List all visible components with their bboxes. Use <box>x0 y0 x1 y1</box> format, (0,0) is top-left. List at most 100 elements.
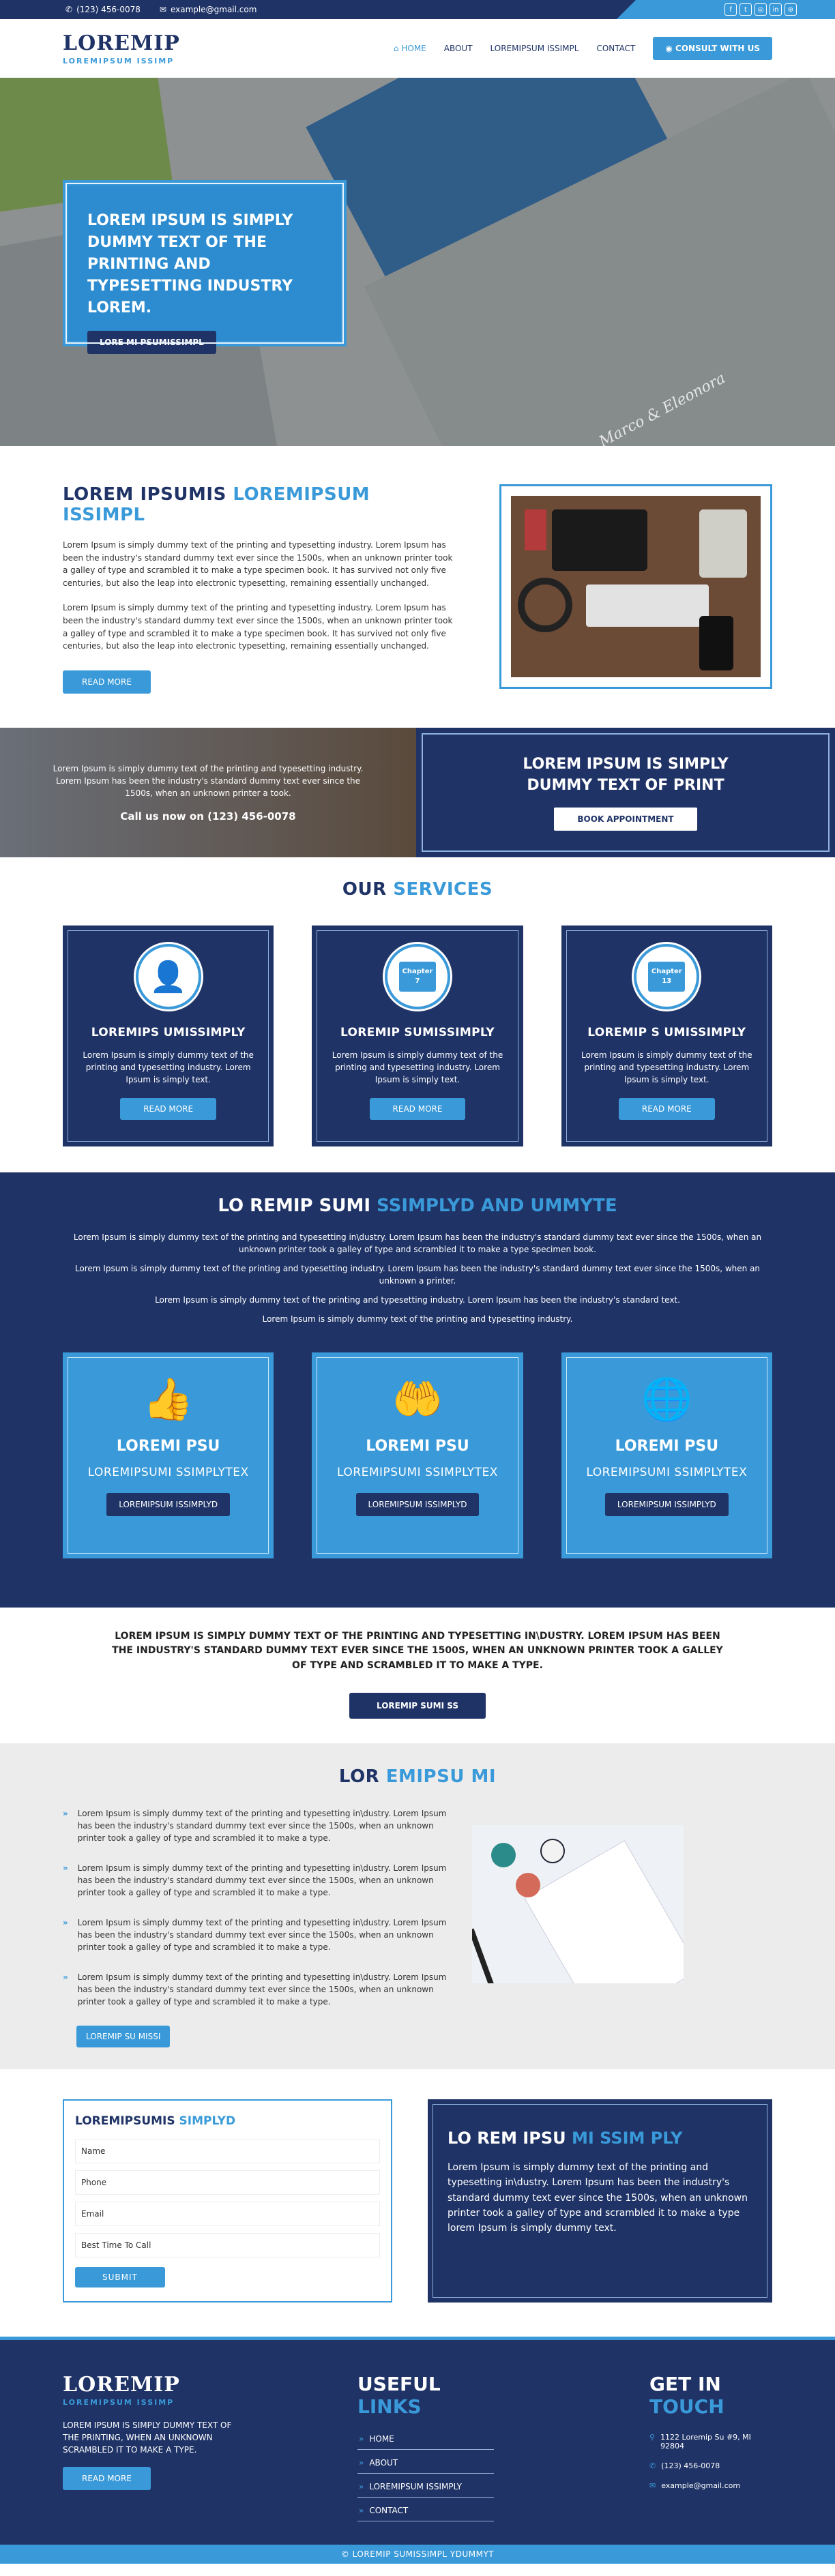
feature-button[interactable]: LOREMIPSUM ISSIMPLYD <box>355 1492 480 1516</box>
about-read-more-button[interactable]: READ MORE <box>63 670 151 694</box>
twitter-icon[interactable]: t <box>739 3 752 16</box>
footer-logo[interactable]: LOREMIP <box>63 2373 240 2397</box>
nav-services[interactable]: LOREMIPSUM ISSIMPL <box>490 44 579 53</box>
features-paragraph: Lorem Ipsum is simply dummy text of the … <box>155 1294 680 1305</box>
footer-email[interactable]: ✉ example@gmail.com <box>649 2481 772 2490</box>
about-title: LOREM IPSUMIS LOREMIPSUM ISSIMPL <box>63 484 370 525</box>
services-section: OUR SERVICES 👤 LOREMIPS UMISSIMPLY Lorem… <box>0 857 835 1172</box>
feature-button[interactable]: LOREMIPSUM ISSIMPLYD <box>604 1492 729 1516</box>
cta-right: LOREM IPSUM IS SIMPLY DUMMY TEXT OF PRIN… <box>422 732 830 852</box>
contact-section: LOREMIPSUMIS SIMPLYD Name Phone Email Be… <box>0 2069 835 2337</box>
features-title: LO REMIP SUMI SSIMPLYD AND UMMYTE <box>218 1195 617 1216</box>
hands-coin-icon: 🤲 <box>392 1375 443 1423</box>
footer-read-more-button[interactable]: READ MORE <box>63 2466 151 2490</box>
features-paragraph: Lorem Ipsum is simply dummy text of the … <box>262 1314 573 1324</box>
service-title: LOREMIP S UMISSIMPLY <box>587 1025 746 1039</box>
service-read-more-button[interactable]: READ MORE <box>618 1097 715 1120</box>
banner-button[interactable]: LOREMIP SUMI SS <box>349 1692 486 1719</box>
feature-subtitle: LOREMIPSUMI SSIMPLYTEX <box>87 1465 249 1479</box>
dribbble-icon[interactable]: ⊛ <box>785 3 797 16</box>
features-paragraph: Lorem Ipsum is simply dummy text of the … <box>74 1263 761 1286</box>
double-chevron-icon: » <box>63 1808 68 1818</box>
chevron-right-icon: » <box>359 2457 364 2468</box>
mail-icon: ✉ <box>649 2481 656 2490</box>
name-field[interactable]: Name <box>75 2138 380 2163</box>
service-circle: Chapter 13 <box>632 941 702 1011</box>
best-time-field[interactable]: Best Time To Call <box>75 2232 380 2257</box>
service-read-more-button[interactable]: READ MORE <box>369 1097 466 1120</box>
hero-button[interactable]: LORE MI PSUMISSIMPL <box>87 331 216 355</box>
service-read-more-button[interactable]: READ MORE <box>120 1097 217 1120</box>
service-circle: Chapter 7 <box>382 941 452 1011</box>
person-book-icon: 👤 <box>149 959 188 994</box>
service-text: Lorem Ipsum is simply dummy text of the … <box>581 1050 752 1084</box>
service-circle: 👤 <box>133 941 203 1011</box>
instagram-icon[interactable]: ◎ <box>755 3 767 16</box>
globe-icon: 🌐 <box>641 1375 692 1423</box>
nav-home[interactable]: ⌂ HOME <box>394 44 426 53</box>
about-section: LOREM IPSUMIS LOREMIPSUM ISSIMPL Lorem I… <box>0 446 835 728</box>
main-nav: ⌂ HOME ABOUT LOREMIPSUM ISSIMPL CONTACT … <box>394 37 772 60</box>
useful-links-title: USEFUL LINKS <box>357 2372 441 2418</box>
footer: LOREMIP LOREMIPSUM ISSIMP LOREM IPSUM IS… <box>0 2336 835 2545</box>
map-pin-icon: ⚲ <box>649 2432 656 2442</box>
features-paragraph: Lorem Ipsum is simply dummy text of the … <box>73 1232 762 1254</box>
list-title: LOR EMIPSU MI <box>338 1766 497 1787</box>
consult-button[interactable]: ◉ CONSULT WITH US <box>653 37 772 60</box>
feature-subtitle: LOREMIPSUMI SSIMPLYTEX <box>586 1465 748 1479</box>
double-chevron-icon: » <box>63 1972 68 1982</box>
linkedin-icon[interactable]: in <box>770 3 782 16</box>
list-image <box>472 1824 684 1983</box>
footer-link-about[interactable]: » ABOUT <box>357 2453 494 2474</box>
mail-icon: ✉ <box>159 5 166 14</box>
service-card: 👤 LOREMIPS UMISSIMPLY Lorem Ipsum is sim… <box>63 925 274 1146</box>
book-appointment-button[interactable]: BOOK APPOINTMENT <box>554 807 697 831</box>
get-in-touch-title: GET IN TOUCH <box>649 2372 724 2418</box>
topbar-email[interactable]: ✉ example@gmail.com <box>160 5 257 14</box>
banner-section: LOREM IPSUM IS SIMPLY DUMMY TEXT OF THE … <box>0 1608 835 1743</box>
list-item: » Lorem Ipsum is simply dummy text of the… <box>63 1808 447 1843</box>
chapter-icon: Chapter 13 <box>648 961 686 992</box>
footer-link-home[interactable]: » HOME <box>357 2429 494 2450</box>
footer-address: ⚲ 1122 Loremip Su #9, MI 92804 <box>649 2432 751 2451</box>
footer-link-services[interactable]: » LOREMIPSUM ISSIMPLY <box>357 2476 494 2498</box>
contact-info-box: LO REM IPSU MI SSIM PLY Lorem Ipsum is s… <box>428 2099 772 2303</box>
email-field[interactable]: Email <box>75 2201 380 2226</box>
submit-button[interactable]: SUBMIT <box>75 2266 165 2288</box>
feature-button[interactable]: LOREMIPSUM ISSIMPLYD <box>106 1492 231 1516</box>
footer-link-contact[interactable]: » CONTACT <box>357 2500 494 2521</box>
service-card: Chapter 7 LOREMIP SUMISSIMPLY Lorem Ipsum… <box>312 925 523 1146</box>
list-item: » Lorem Ipsum is simply dummy text of the… <box>63 1917 447 1952</box>
double-chevron-icon: » <box>63 1863 68 1873</box>
footer-tagline: LOREMIPSUM ISSIMP <box>63 2397 175 2407</box>
features-section: LO REMIP SUMI SSIMPLYD AND UMMYTE Lorem … <box>0 1172 835 1608</box>
topbar-phone[interactable]: ✆ (123) 456-0078 <box>65 5 141 14</box>
list-item: » Lorem Ipsum is simply dummy text of the… <box>63 1972 447 2007</box>
header: LOREMIP LOREMIPSUM ISSIMP ⌂ HOME ABOUT L… <box>0 19 835 78</box>
services-title: OUR SERVICES <box>342 878 493 900</box>
nav-contact[interactable]: CONTACT <box>596 44 635 53</box>
service-card: Chapter 13 LOREMIP S UMISSIMPLY Lorem Ips… <box>561 925 772 1146</box>
cta-left: Lorem Ipsum is simply dummy text of the … <box>0 727 416 857</box>
cta-title: LOREM IPSUM IS SIMPLY DUMMY TEXT OF PRIN… <box>523 755 729 794</box>
feature-card: 🌐 LOREMI PSU LOREMIPSUMI SSIMPLYTEX LORE… <box>561 1352 772 1558</box>
top-bar: ✆ (123) 456-0078 ✉ example@gmail.com f t ◎… <box>0 0 835 19</box>
list-item: » Lorem Ipsum is simply dummy text of the… <box>63 1863 447 1897</box>
thumbs-up-icon: 👍 <box>143 1375 194 1423</box>
nav-about[interactable]: ABOUT <box>444 44 473 53</box>
list-button[interactable]: LOREMIP SU MISSI <box>76 2025 171 2047</box>
footer-phone[interactable]: ✆ (123) 456-0078 <box>649 2461 772 2470</box>
hero-section: Marco & Eleonora LOREM IPSUM IS SIMPLY D… <box>0 78 835 446</box>
logo[interactable]: LOREMIP LOREMIPSUM ISSIMP <box>63 31 180 65</box>
cta-text: Lorem Ipsum is simply dummy text of the … <box>53 763 364 798</box>
chevron-right-icon: » <box>359 2433 364 2444</box>
form-title: LOREMIPSUMIS SIMPLYD <box>75 2114 236 2128</box>
facebook-icon[interactable]: f <box>724 3 737 16</box>
cta-call[interactable]: Call us now on (123) 456-0078 <box>120 810 295 823</box>
feature-title: LOREMI PSU <box>116 1437 220 1455</box>
logo-text: LOREMIP <box>63 31 180 55</box>
phone-icon: ✆ <box>649 2461 656 2470</box>
feature-subtitle: LOREMIPSUMI SSIMPLYTEX <box>337 1465 498 1479</box>
service-title: LOREMIPS UMISSIMPLY <box>91 1025 246 1039</box>
phone-field[interactable]: Phone <box>75 2170 380 2195</box>
